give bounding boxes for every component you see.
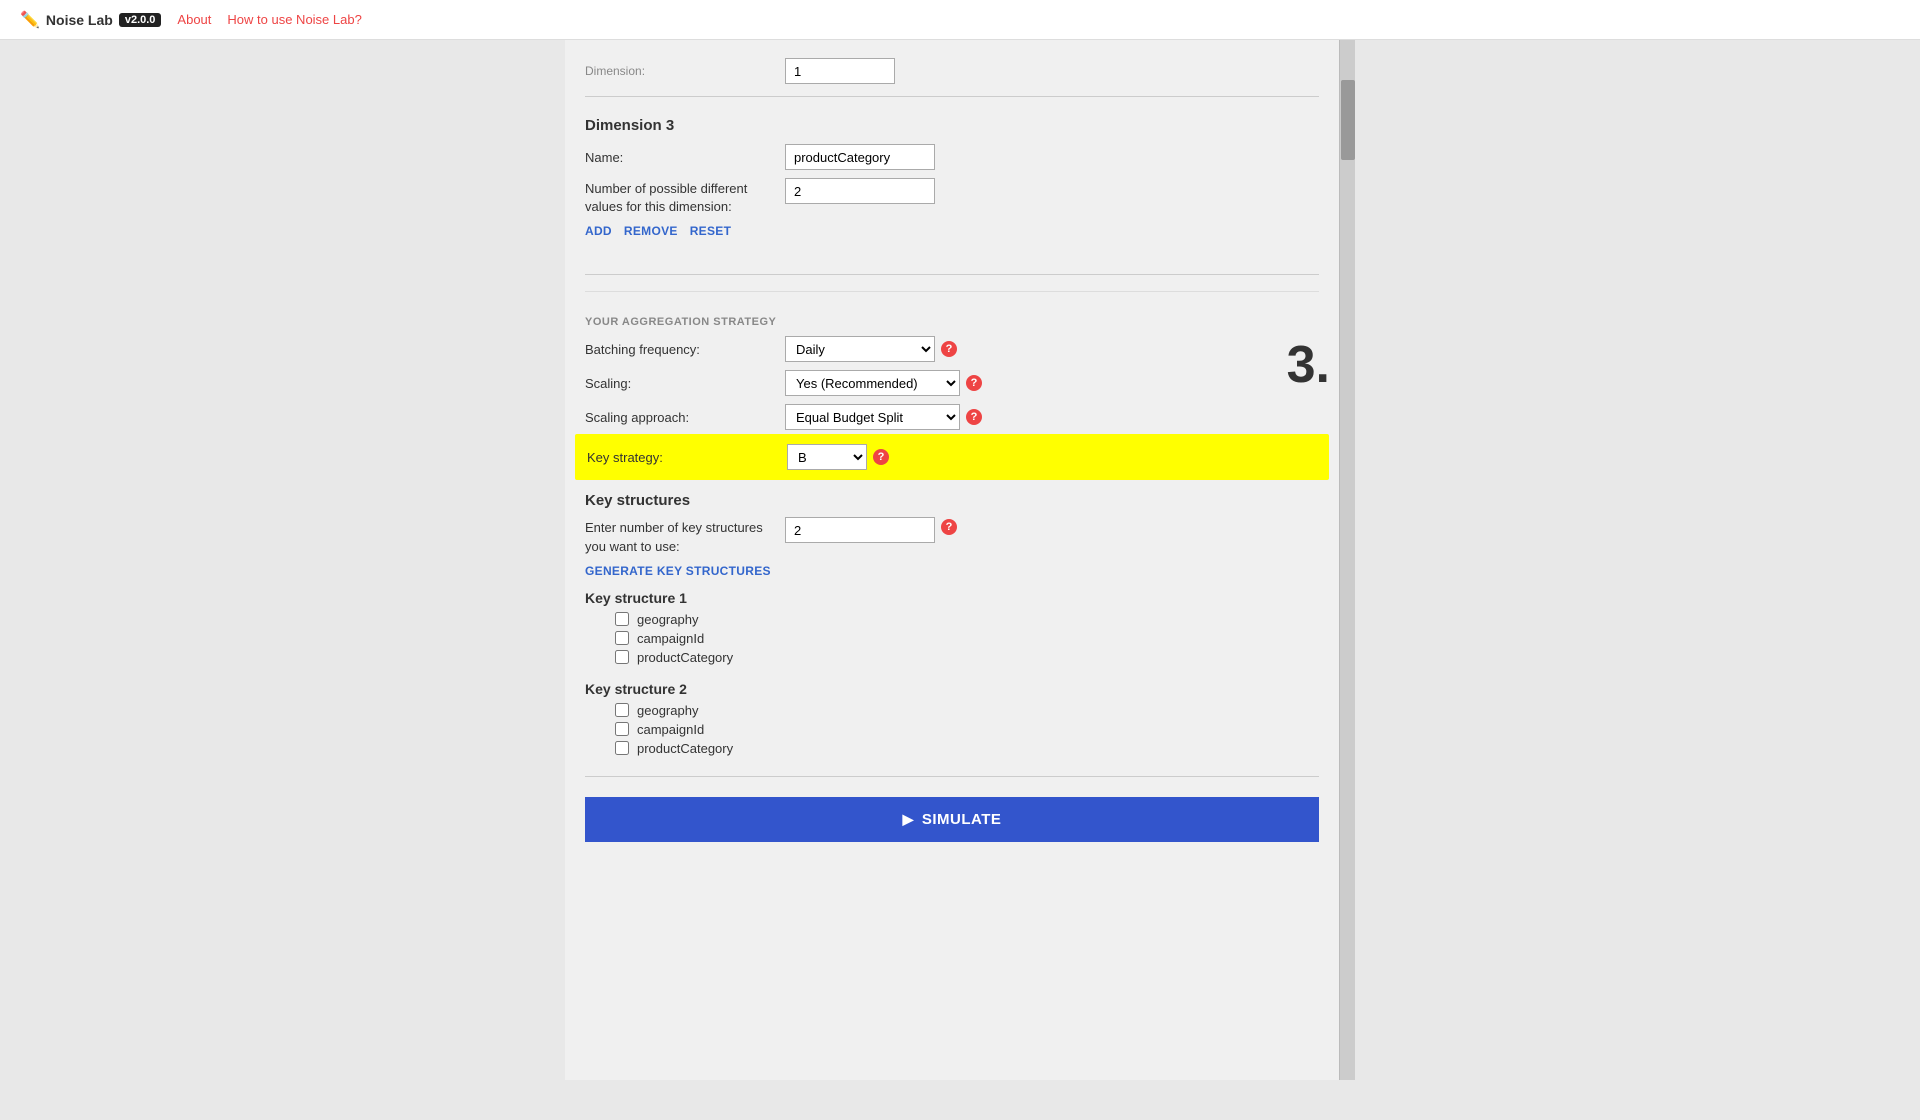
ks2-productcategory-item: productCategory xyxy=(615,741,1319,756)
play-icon: ▶ xyxy=(903,811,914,828)
batching-help-icon[interactable]: ? xyxy=(941,341,957,357)
ks2-productcategory-label: productCategory xyxy=(637,741,733,756)
simulate-label: SIMULATE xyxy=(922,811,1002,828)
num-values-label: Number of possible different values for … xyxy=(585,178,785,216)
remove-link[interactable]: REMOVE xyxy=(624,224,678,238)
scaling-label: Scaling: xyxy=(585,376,785,391)
ks1-geography-checkbox[interactable] xyxy=(615,612,629,626)
num-values-input[interactable] xyxy=(785,178,935,204)
key-structure-2: Key structure 2 geography campaignId pro… xyxy=(585,681,1319,756)
scaling-approach-label: Scaling approach: xyxy=(585,410,785,425)
scroll-indicator xyxy=(1339,40,1355,1080)
about-link[interactable]: About xyxy=(177,12,211,27)
ks1-geography-item: geography xyxy=(615,612,1319,627)
num-structures-input[interactable] xyxy=(785,517,935,543)
name-row: Name: xyxy=(585,144,1319,170)
batching-select[interactable]: Daily Weekly Monthly xyxy=(785,336,935,362)
ks1-productcategory-checkbox[interactable] xyxy=(615,650,629,664)
annotation-3: 3. xyxy=(1287,335,1330,395)
center-panel: Dimension: Dimension 3 Name: Number of p… xyxy=(565,40,1355,1080)
ks1-campaignid-checkbox[interactable] xyxy=(615,631,629,645)
ks1-geography-label: geography xyxy=(637,612,698,627)
how-to-link[interactable]: How to use Noise Lab? xyxy=(227,12,361,27)
scaling-approach-select[interactable]: Equal Budget Split xyxy=(785,404,960,430)
section-divider xyxy=(585,96,1319,97)
generate-link[interactable]: GENERATE KEY STRUCTURES xyxy=(585,564,1319,578)
key-strategy-help-icon[interactable]: ? xyxy=(873,449,889,465)
top-partial-row: Dimension: xyxy=(585,50,1319,84)
ks2-geography-item: geography xyxy=(615,703,1319,718)
navbar: ✏️ Noise Lab v2.0.0 About How to use Noi… xyxy=(0,0,1920,40)
pencil-icon: ✏️ xyxy=(20,10,40,30)
num-structures-row: Enter number of key structures you want … xyxy=(585,517,1319,555)
key-structure-1-title: Key structure 1 xyxy=(585,590,1319,606)
num-structures-help-icon[interactable]: ? xyxy=(941,519,957,535)
simulate-button[interactable]: ▶ SIMULATE xyxy=(585,797,1319,842)
content: Dimension: Dimension 3 Name: Number of p… xyxy=(565,40,1339,872)
ks1-productcategory-label: productCategory xyxy=(637,650,733,665)
navbar-logo: ✏️ Noise Lab v2.0.0 xyxy=(20,10,161,30)
key-structure-2-title: Key structure 2 xyxy=(585,681,1319,697)
ks2-campaignid-checkbox[interactable] xyxy=(615,722,629,736)
num-structures-label: Enter number of key structures you want … xyxy=(585,517,785,555)
main-container: Dimension: Dimension 3 Name: Number of p… xyxy=(0,40,1920,1080)
key-structures-title: Key structures xyxy=(585,492,1319,509)
dimension3-title: Dimension 3 xyxy=(585,117,1319,134)
ks2-geography-label: geography xyxy=(637,703,698,718)
name-input[interactable] xyxy=(785,144,935,170)
key-structures-section: Key structures Enter number of key struc… xyxy=(585,492,1319,755)
ks2-campaignid-label: campaignId xyxy=(637,722,704,737)
key-strategy-label: Key strategy: xyxy=(587,450,787,465)
ks1-productcategory-item: productCategory xyxy=(615,650,1319,665)
simulate-section: ▶ SIMULATE xyxy=(585,776,1319,852)
scroll-thumb xyxy=(1341,80,1355,160)
aggregation-divider xyxy=(585,274,1319,275)
dimension3-block: Dimension 3 Name: Number of possible dif… xyxy=(585,109,1319,262)
dimension-actions: ADD REMOVE RESET xyxy=(585,224,1319,238)
top-dim-input[interactable] xyxy=(785,58,895,84)
app-title: Noise Lab xyxy=(46,12,113,28)
reset-link[interactable]: RESET xyxy=(690,224,732,238)
scaling-approach-row: Scaling approach: Equal Budget Split ? xyxy=(585,404,1319,430)
key-strategy-row: Key strategy: B A C ? xyxy=(575,434,1329,480)
key-strategy-select[interactable]: B A C xyxy=(787,444,867,470)
ks2-campaignid-item: campaignId xyxy=(615,722,1319,737)
ks2-geography-checkbox[interactable] xyxy=(615,703,629,717)
scaling-row: Scaling: Yes (Recommended) No ? xyxy=(585,370,1319,396)
ks2-productcategory-checkbox[interactable] xyxy=(615,741,629,755)
top-dim-label: Dimension: xyxy=(585,64,785,78)
num-values-row: Number of possible different values for … xyxy=(585,178,1319,216)
scaling-help-icon[interactable]: ? xyxy=(966,375,982,391)
batching-label: Batching frequency: xyxy=(585,342,785,357)
scroll-area[interactable]: Dimension: Dimension 3 Name: Number of p… xyxy=(565,40,1339,1080)
batching-row: Batching frequency: Daily Weekly Monthly… xyxy=(585,336,1319,362)
scaling-approach-help-icon[interactable]: ? xyxy=(966,409,982,425)
aggregation-section: YOUR AGGREGATION STRATEGY Batching frequ… xyxy=(585,291,1319,480)
add-link[interactable]: ADD xyxy=(585,224,612,238)
version-badge: v2.0.0 xyxy=(119,13,162,27)
ks1-campaignid-item: campaignId xyxy=(615,631,1319,646)
aggregation-label: YOUR AGGREGATION STRATEGY xyxy=(585,316,1319,328)
key-structure-1: Key structure 1 geography campaignId pro… xyxy=(585,590,1319,665)
ks1-campaignid-label: campaignId xyxy=(637,631,704,646)
scaling-select[interactable]: Yes (Recommended) No xyxy=(785,370,960,396)
name-label: Name: xyxy=(585,150,785,165)
